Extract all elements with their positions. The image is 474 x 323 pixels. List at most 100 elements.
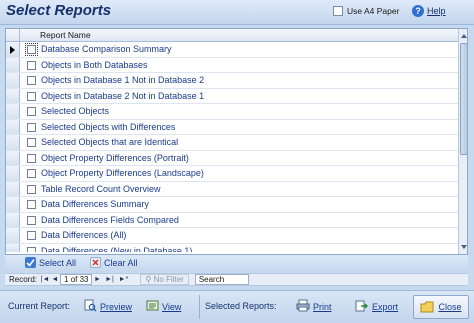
report-name: Data Differences (All) [41, 230, 127, 240]
report-checkbox[interactable] [27, 231, 36, 240]
close-label: Close [438, 302, 462, 312]
column-header-report-name[interactable]: Report Name [40, 30, 91, 40]
selected-reports-label: Selected Reports: [205, 301, 277, 311]
print-label: Print [313, 301, 332, 312]
a4-paper-label: Use A4 Paper [347, 6, 400, 16]
report-row[interactable]: Objects in Both Databases [6, 57, 458, 73]
report-row[interactable]: Object Property Differences (Portrait) [6, 150, 458, 166]
record-selector[interactable] [6, 228, 20, 243]
scroll-down-icon[interactable] [460, 242, 467, 252]
report-checkbox[interactable] [27, 153, 36, 163]
current-report-label: Current Report: [8, 301, 71, 311]
report-name: Selected Objects with Differences [41, 121, 176, 132]
clear-all-icon [90, 257, 101, 268]
report-name: Table Record Count Overview [41, 183, 161, 194]
report-row[interactable]: Objects in Database 1 Not in Database 2 [6, 73, 458, 89]
report-row[interactable]: Objects in Database 2 Not in Database 1 [6, 88, 458, 104]
record-selector[interactable] [6, 73, 20, 88]
report-row[interactable]: Selected Objects that are Identical [6, 135, 458, 151]
report-row[interactable]: Database Comparison Summary [6, 42, 458, 58]
record-selector[interactable] [6, 166, 20, 181]
report-row[interactable]: Data Differences (New in Database 1) [6, 243, 458, 252]
select-all-button[interactable]: Select All [25, 257, 76, 268]
report-row[interactable]: Data Differences Summary [6, 197, 458, 213]
clear-all-label: Clear All [104, 257, 138, 268]
selection-bar: Select All Clear All [5, 255, 468, 272]
preview-button[interactable]: Preview [84, 299, 132, 314]
report-name: Objects in Database 2 Not in Database 1 [41, 90, 205, 101]
record-selector[interactable] [6, 135, 20, 150]
report-checkbox[interactable] [27, 76, 36, 85]
record-position-field[interactable]: 1 of 33 [60, 274, 93, 285]
export-button[interactable]: Export [355, 299, 398, 314]
no-filter-label: No Filter [153, 275, 184, 284]
report-checkbox[interactable] [27, 200, 36, 209]
printer-icon [296, 299, 310, 314]
report-checkbox[interactable] [27, 184, 36, 194]
report-row[interactable]: Table Record Count Overview [6, 181, 458, 197]
report-name: Objects in Database 1 Not in Database 2 [41, 75, 205, 85]
vertical-scrollbar[interactable] [458, 29, 467, 254]
report-row[interactable]: Data Differences (All) [6, 228, 458, 244]
first-record-icon[interactable]: |◄ [40, 276, 50, 283]
report-checkbox[interactable] [27, 122, 36, 132]
report-checkbox[interactable] [27, 138, 36, 147]
preview-label: Preview [100, 301, 133, 312]
record-navigator: Record: |◄ ◄ 1 of 33 ► ►| ►* ⚲ No Filter… [5, 273, 468, 286]
report-row[interactable]: Object Property Differences (Landscape) [6, 166, 458, 182]
report-name: Object Property Differences (Portrait) [41, 152, 189, 163]
select-all-icon [25, 257, 36, 268]
report-row[interactable]: Selected Objects [6, 104, 458, 120]
a4-paper-checkbox[interactable] [333, 6, 343, 16]
view-icon [146, 299, 159, 314]
report-checkbox[interactable] [27, 215, 36, 225]
help-button[interactable]: ? Help [412, 5, 446, 17]
last-record-icon[interactable]: ►| [102, 276, 116, 283]
view-button[interactable]: View [146, 299, 181, 314]
select-all-label: Select All [39, 257, 77, 268]
close-button[interactable]: Close [413, 295, 469, 319]
report-checkbox[interactable] [27, 91, 36, 101]
report-name: Selected Objects [41, 106, 110, 116]
scroll-thumb[interactable] [460, 43, 467, 155]
a4-paper-toggle[interactable]: Use A4 Paper [333, 6, 399, 16]
record-selector[interactable] [6, 57, 20, 72]
record-selector[interactable] [6, 212, 20, 227]
previous-record-icon[interactable]: ◄ [50, 276, 60, 283]
report-checkbox[interactable] [27, 107, 36, 116]
search-input[interactable]: Search [194, 274, 249, 285]
report-row[interactable]: Data Differences Fields Compared [6, 212, 458, 228]
report-checkbox[interactable] [25, 43, 38, 56]
report-name: Data Differences Summary [41, 199, 149, 209]
record-selector[interactable] [6, 104, 20, 119]
help-label: Help [427, 6, 446, 16]
next-record-icon[interactable]: ► [92, 276, 102, 283]
title-bar: Select Reports Use A4 Paper ? Help [0, 0, 474, 25]
clear-all-button[interactable]: Clear All [90, 257, 138, 268]
record-selector[interactable] [6, 88, 20, 103]
report-name: Object Property Differences (Landscape) [41, 168, 204, 178]
record-label: Record: [9, 275, 38, 284]
footer-bar: Current Report: Preview View Selected Re… [0, 290, 474, 323]
print-button[interactable]: Print [296, 299, 332, 314]
report-name: Data Differences (New in Database 1) [41, 245, 193, 252]
record-selector[interactable] [6, 243, 20, 252]
current-record-arrow-icon [10, 46, 15, 54]
record-selector[interactable] [6, 197, 20, 212]
report-row[interactable]: Selected Objects with Differences [6, 119, 458, 135]
record-selector[interactable] [6, 42, 20, 57]
view-label: View [162, 301, 182, 312]
no-filter-button[interactable]: ⚲ No Filter [140, 274, 189, 285]
record-selector-header[interactable] [6, 29, 20, 42]
report-checkbox[interactable] [27, 169, 36, 178]
close-icon [420, 300, 434, 315]
record-selector[interactable] [6, 181, 20, 196]
scroll-up-icon[interactable] [460, 31, 467, 41]
report-checkbox[interactable] [27, 60, 36, 70]
export-icon [355, 299, 369, 314]
record-selector[interactable] [6, 119, 20, 134]
new-record-icon[interactable]: ►* [116, 276, 130, 283]
report-checkbox[interactable] [27, 246, 36, 252]
page-title: Select Reports [6, 2, 112, 19]
record-selector[interactable] [6, 150, 20, 165]
